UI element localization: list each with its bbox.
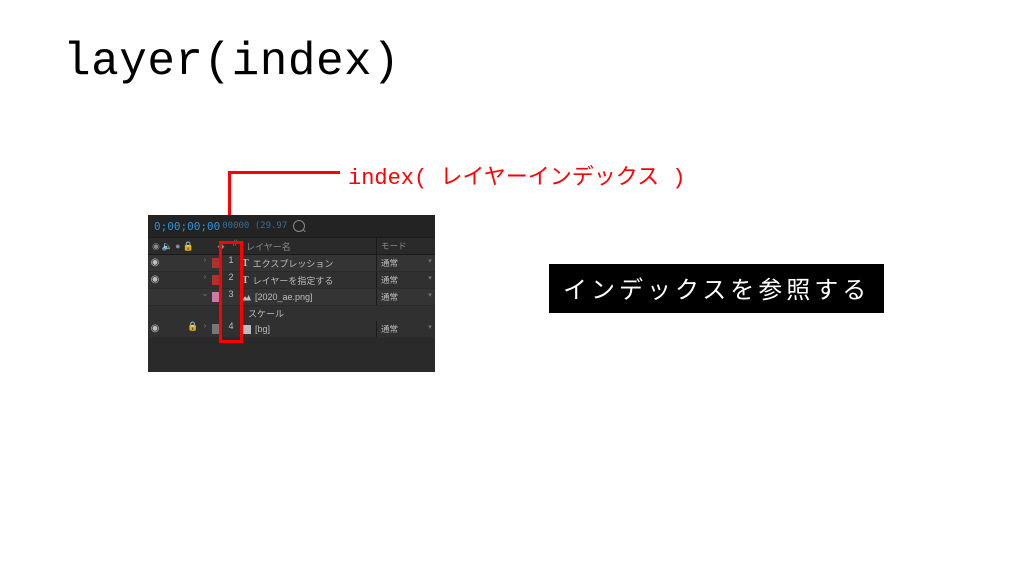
solo-header-icon: ● xyxy=(175,241,180,251)
twirl-icon[interactable]: › xyxy=(200,255,210,271)
twirl-icon[interactable]: › xyxy=(200,272,210,288)
lock-toggle[interactable] xyxy=(186,272,200,288)
column-header-row: ◉ 🔈 ● 🔒 ◆ レイヤー名 モード xyxy=(148,237,435,255)
image-layer-icon xyxy=(242,294,251,301)
layer-row[interactable]: ⌄ 3 [2020_ae.png] 通常 ▾ xyxy=(148,289,435,306)
property-name: スケール xyxy=(248,307,284,320)
lock-toggle[interactable] xyxy=(186,289,200,305)
eye-header-icon: ◉ xyxy=(152,241,160,252)
twirl-icon[interactable]: › xyxy=(200,321,210,337)
chevron-down-icon[interactable]: ▾ xyxy=(425,272,435,288)
timecode-row: 0;00;00;00 00000 (29.97 xyxy=(148,215,435,237)
blend-mode-select[interactable]: 通常 xyxy=(376,289,425,305)
visibility-toggle[interactable]: ◉ xyxy=(148,321,162,337)
lock-toggle[interactable]: 🔒 xyxy=(186,321,200,337)
layer-row[interactable]: ◉ 🔒 › 4 [bg] 通常 ▾ xyxy=(148,321,435,338)
layer-index: 2 xyxy=(224,272,238,288)
twirl-icon[interactable]: ⌄ xyxy=(200,289,210,305)
visibility-toggle[interactable] xyxy=(148,289,162,305)
label-color[interactable] xyxy=(210,272,224,288)
layer-name[interactable]: T エクスプレッション xyxy=(238,255,376,271)
lock-toggle[interactable] xyxy=(186,255,200,271)
visibility-toggle[interactable]: ◉ xyxy=(148,272,162,288)
layer-index: 4 xyxy=(224,321,238,337)
page-title: layer(index) xyxy=(63,36,400,88)
callout-line-horizontal xyxy=(228,171,340,174)
ae-timeline-panel: 0;00;00;00 00000 (29.97 ◉ 🔈 ● 🔒 ◆ レイヤー名 … xyxy=(148,215,435,372)
layer-name[interactable]: [2020_ae.png] xyxy=(238,289,376,305)
name-header: レイヤー名 xyxy=(242,238,376,254)
solid-layer-icon xyxy=(242,325,251,334)
layer-name[interactable]: T レイヤーを指定する xyxy=(238,272,376,288)
label-header-icon: ◆ xyxy=(214,238,228,254)
index-annotation-label: index( レイヤーインデックス ) xyxy=(348,159,686,191)
search-icon[interactable] xyxy=(293,220,305,232)
mode-header: モード xyxy=(376,238,425,254)
layer-row[interactable]: ◉ › 1 T エクスプレッション 通常 ▾ xyxy=(148,255,435,272)
layer-row[interactable]: ◉ › 2 T レイヤーを指定する 通常 ▾ xyxy=(148,272,435,289)
label-color[interactable] xyxy=(210,255,224,271)
layer-name[interactable]: [bg] xyxy=(238,321,376,337)
timecode-display[interactable]: 0;00;00;00 xyxy=(154,220,220,233)
index-header xyxy=(228,238,242,254)
label-color[interactable] xyxy=(210,289,224,305)
speaker-header-icon: 🔈 xyxy=(162,241,173,252)
property-row[interactable]: スケール xyxy=(148,306,435,321)
description-callout: インデックスを参照する xyxy=(549,264,884,313)
av-header-icons: ◉ 🔈 ● 🔒 xyxy=(148,238,204,254)
timecode-frames: 00000 (29.97 xyxy=(222,221,287,231)
blend-mode-select[interactable]: 通常 xyxy=(376,255,425,271)
blend-mode-select[interactable]: 通常 xyxy=(376,272,425,288)
panel-empty-area xyxy=(148,338,435,372)
lock-header-icon: 🔒 xyxy=(183,241,194,252)
chevron-down-icon[interactable]: ▾ xyxy=(425,321,435,337)
text-layer-icon: T xyxy=(242,258,249,269)
layer-index: 3 xyxy=(224,289,238,305)
blend-mode-select[interactable]: 通常 xyxy=(376,321,425,337)
visibility-toggle[interactable]: ◉ xyxy=(148,255,162,271)
layer-index: 1 xyxy=(224,255,238,271)
chevron-down-icon[interactable]: ▾ xyxy=(425,255,435,271)
label-color[interactable] xyxy=(210,321,224,337)
chevron-down-icon[interactable]: ▾ xyxy=(425,289,435,305)
text-layer-icon: T xyxy=(242,275,249,286)
